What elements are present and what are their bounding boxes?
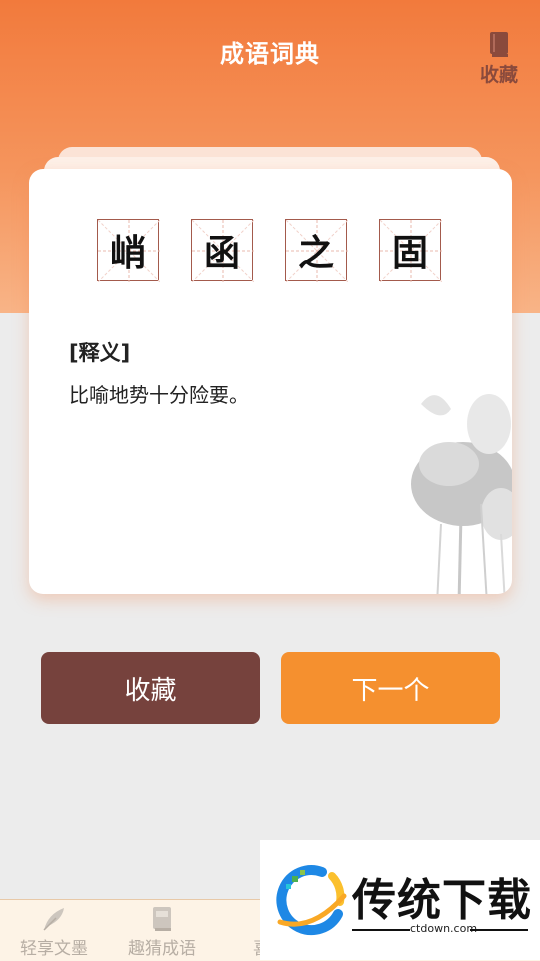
- character: 之: [297, 233, 334, 274]
- ctdown-logo-icon: [276, 865, 347, 936]
- watermark-rule-left: [352, 929, 410, 931]
- meaning-text: 比喻地势十分险要。: [69, 383, 249, 407]
- favorite-button[interactable]: 收藏: [41, 652, 260, 724]
- favorites-shortcut-label: 收藏: [479, 64, 518, 86]
- character-cell: 固: [379, 219, 442, 282]
- lotus-illustration: [411, 394, 512, 594]
- tab-item-0[interactable]: 轻享文墨: [4, 906, 104, 959]
- character-cell: 函: [191, 219, 254, 282]
- tab-label: 轻享文墨: [20, 939, 88, 959]
- watermark-url: ctdown.com: [410, 922, 478, 935]
- character: 固: [391, 233, 428, 274]
- character-cell: 之: [285, 219, 348, 282]
- watermark-rule-right: [470, 929, 528, 931]
- character: 峭: [109, 233, 146, 274]
- page-title: 成语词典: [220, 40, 320, 68]
- feather-icon: [43, 908, 64, 931]
- watermark-overlay: 传统下载 ctdown.com: [260, 840, 540, 960]
- book-icon: [153, 907, 171, 931]
- character: 函: [203, 233, 240, 274]
- character-cell: 峭: [97, 219, 160, 282]
- next-button[interactable]: 下一个: [281, 652, 500, 724]
- idiom-card: 峭 函 之 固 [释义] 比喻地势十分险要。: [29, 169, 512, 594]
- bookmark-book-icon: [490, 32, 508, 57]
- meaning-label: [释义]: [69, 341, 131, 365]
- watermark-brand: 传统下载: [352, 875, 532, 926]
- tab-label: 趣猜成语: [128, 939, 196, 959]
- tab-item-1[interactable]: 趣猜成语: [112, 906, 212, 959]
- favorites-shortcut[interactable]: 收藏: [476, 32, 522, 87]
